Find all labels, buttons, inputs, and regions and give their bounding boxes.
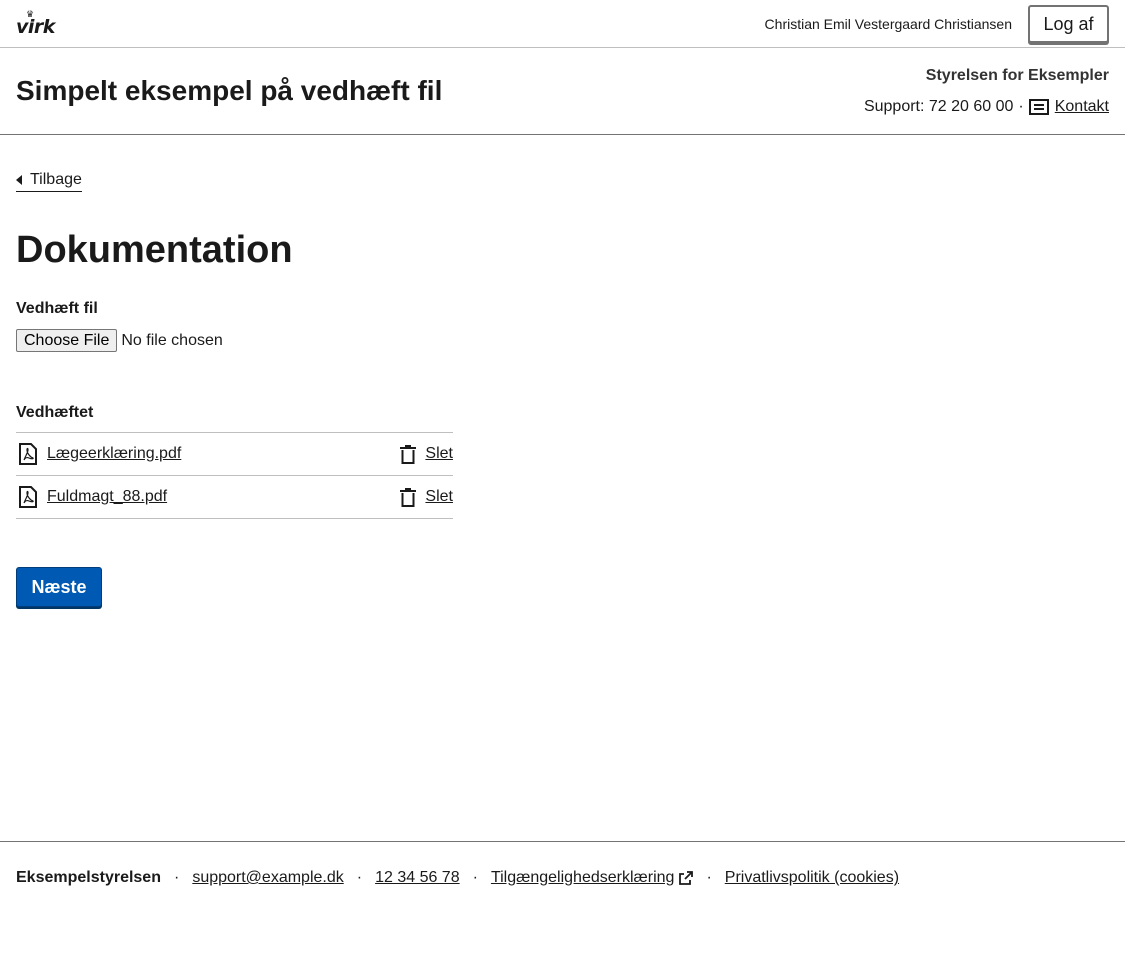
contact-link[interactable]: Kontakt xyxy=(1055,98,1109,116)
back-label: Tilbage xyxy=(30,171,82,188)
file-link[interactable]: Lægeerklæring.pdf xyxy=(47,445,181,463)
choose-file-button[interactable]: Choose File xyxy=(16,329,118,352)
delete-label[interactable]: Slet xyxy=(425,445,453,463)
footer-separator: · xyxy=(356,869,363,886)
file-upload-input[interactable]: Choose File No file chosen xyxy=(16,329,223,352)
file-upload-label: Vedhæft fil xyxy=(16,300,98,317)
footer-separator: · xyxy=(472,869,478,886)
site-header: Simpelt eksempel på vedhæft fil Styrelse… xyxy=(0,48,1125,135)
pdf-file-icon xyxy=(19,486,37,508)
footer-separator: · xyxy=(173,869,180,886)
site-title: Simpelt eksempel på vedhæft fil xyxy=(16,75,443,106)
external-link-icon xyxy=(679,871,694,885)
back-arrow-icon xyxy=(16,175,22,185)
trash-icon xyxy=(400,444,417,464)
support-phone: Support: 72 20 60 00 xyxy=(863,98,1014,115)
file-status: No file chosen xyxy=(121,331,223,349)
separator-dot: · xyxy=(1018,98,1024,115)
footer-org-name: Eksempelstyrelsen xyxy=(16,869,161,886)
footer-privacy-link[interactable]: Privatlivspolitik (cookies) xyxy=(725,869,899,887)
pdf-file-icon xyxy=(19,443,37,465)
page-heading: Dokumentation xyxy=(16,229,293,271)
delete-label[interactable]: Slet xyxy=(425,488,453,506)
virk-logo[interactable]: ♛ virk xyxy=(16,10,56,39)
logout-button[interactable]: Log af xyxy=(1028,5,1109,43)
site-footer: Eksempelstyrelsen · support@example.dk ·… xyxy=(0,841,1125,961)
authority-name: Styrelsen for Eksempler xyxy=(925,67,1109,84)
attached-files-list: Lægeerklæring.pdf Slet Fuldmagt_88.pdf S… xyxy=(16,432,453,519)
footer-phone-link[interactable]: 12 34 56 78 xyxy=(375,869,460,887)
attached-file-item: Fuldmagt_88.pdf Slet xyxy=(16,476,453,519)
back-link[interactable]: Tilbage xyxy=(16,171,82,192)
attached-files-heading: Vedhæftet xyxy=(16,404,94,421)
trash-icon xyxy=(400,487,417,507)
file-info: Lægeerklæring.pdf xyxy=(16,443,181,465)
footer-separator: · xyxy=(706,869,712,886)
top-bar: ♛ virk Christian Emil Vestergaard Christ… xyxy=(0,0,1125,48)
user-name: Christian Emil Vestergaard Christiansen xyxy=(764,16,1012,32)
support-line: Support: 72 20 60 00 · Kontakt xyxy=(864,98,1109,116)
contact-icon xyxy=(1028,99,1049,115)
logo-text: virk xyxy=(16,16,55,38)
attached-file-item: Lægeerklæring.pdf Slet xyxy=(16,433,453,476)
file-info: Fuldmagt_88.pdf xyxy=(16,486,167,508)
file-link[interactable]: Fuldmagt_88.pdf xyxy=(47,488,167,506)
footer-links: Eksempelstyrelsen · support@example.dk ·… xyxy=(16,869,899,887)
next-button[interactable]: Næste xyxy=(16,567,102,607)
delete-file-button[interactable]: Slet xyxy=(400,487,453,507)
footer-accessibility-link[interactable]: Tilgængelighedserklæring xyxy=(491,869,675,887)
delete-file-button[interactable]: Slet xyxy=(400,444,453,464)
footer-email-link[interactable]: support@example.dk xyxy=(192,869,343,887)
